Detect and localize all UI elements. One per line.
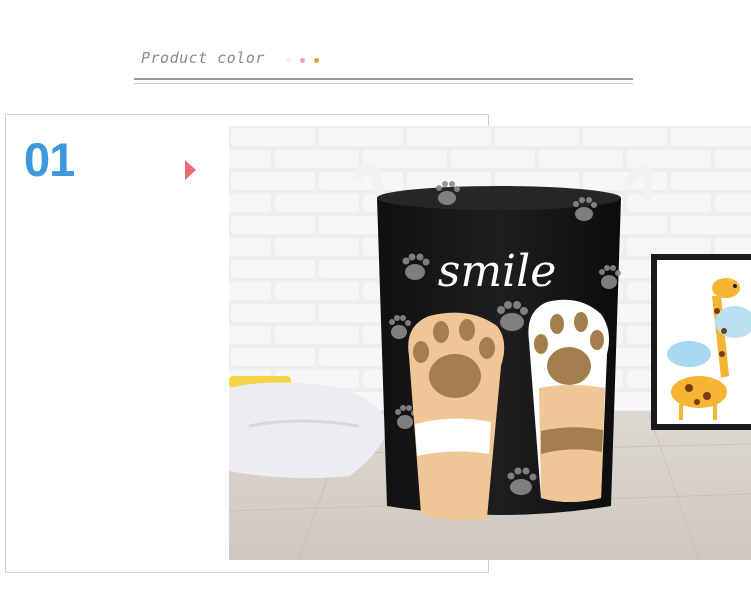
color-dot-orange[interactable] xyxy=(314,57,319,63)
section-title: Product color xyxy=(141,49,265,67)
header-divider xyxy=(134,78,633,80)
product-color-page: Product color 01 smile xyxy=(0,0,751,594)
giraffe-picture xyxy=(651,254,751,430)
basket-text: smile xyxy=(438,246,557,297)
color-dot-pink[interactable] xyxy=(300,57,305,63)
laundry-basket: smile xyxy=(377,181,621,521)
section-header: Product color xyxy=(134,44,634,90)
color-dot-white[interactable] xyxy=(286,57,291,63)
card-number: 01 xyxy=(24,133,75,186)
header-divider-thin xyxy=(134,83,633,84)
product-photo-illustration: smile xyxy=(229,126,751,560)
product-photo: smile xyxy=(229,126,751,560)
color-dots xyxy=(286,57,319,63)
arrow-right-icon xyxy=(185,160,196,180)
right-paw xyxy=(528,299,609,502)
